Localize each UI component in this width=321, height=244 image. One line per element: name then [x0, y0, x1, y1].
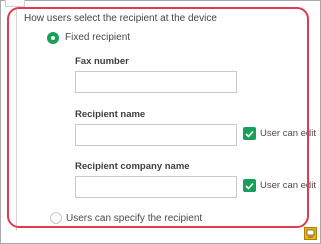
- resize-corner-icon[interactable]: [304, 227, 317, 240]
- top-tab-stub: [5, 0, 25, 7]
- highlight-outline: [7, 7, 309, 228]
